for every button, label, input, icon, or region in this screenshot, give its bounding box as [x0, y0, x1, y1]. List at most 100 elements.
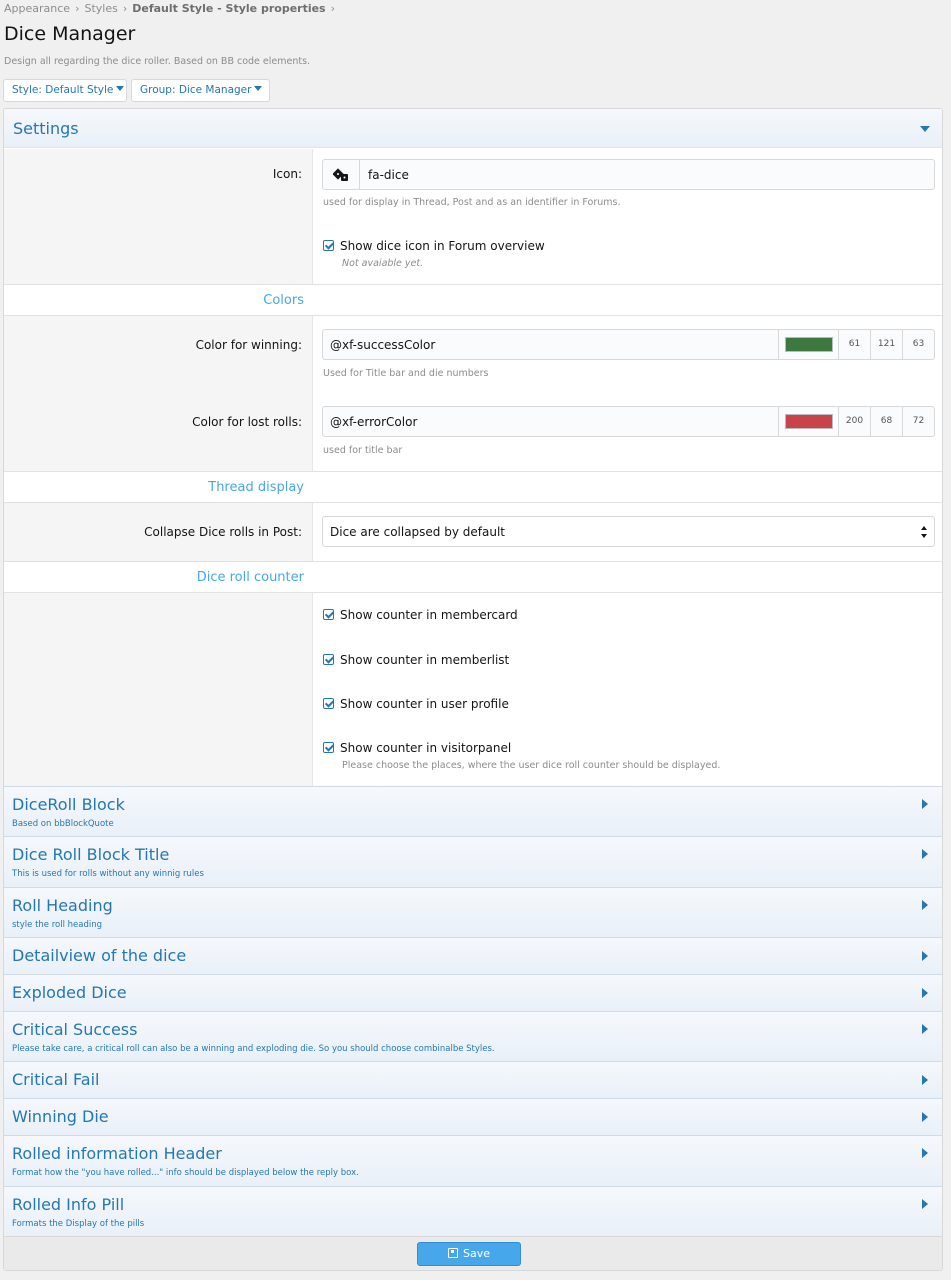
- icon-explain: used for display in Thread, Post and as …: [323, 197, 621, 208]
- group-title: DiceRoll Block: [12, 795, 125, 814]
- lost-color-r: 200: [838, 407, 870, 436]
- checkbox-checked-icon[interactable]: [323, 698, 334, 709]
- group-description: Please take care, a critical roll can al…: [12, 1044, 495, 1054]
- icon-preview: [323, 160, 360, 189]
- group-rolled-info-header[interactable]: Rolled information Header Format how the…: [4, 1135, 942, 1186]
- group-title: Exploded Dice: [12, 983, 127, 1002]
- lost-color-value: @xf-errorColor: [330, 415, 418, 429]
- breadcrumb-separator: ›: [75, 2, 80, 15]
- counter-option-label: Show counter in membercard: [340, 608, 518, 622]
- expand-icon[interactable]: [922, 1148, 928, 1158]
- win-color-input[interactable]: @xf-successColor 61 121 63: [322, 329, 935, 360]
- breadcrumb-separator: ›: [330, 2, 336, 15]
- settings-title: Settings: [13, 119, 79, 138]
- thread-section-head: Thread display: [4, 471, 942, 503]
- group-title: Critical Fail: [12, 1070, 100, 1089]
- page-title: Dice Manager: [4, 23, 136, 45]
- breadcrumb-item-styles[interactable]: Styles: [84, 2, 117, 15]
- counter-option-label: Show counter in visitorpanel: [340, 741, 512, 755]
- style-properties-block: Settings Icon: fa-dice used for display …: [3, 108, 943, 1271]
- group-detailview[interactable]: Detailview of the dice: [4, 937, 942, 974]
- win-color-explain: Used for Title bar and die numbers: [323, 368, 489, 379]
- expand-icon[interactable]: [922, 1024, 928, 1034]
- lost-color-b: 72: [902, 407, 934, 436]
- counter-option-label: Show counter in user profile: [340, 697, 509, 711]
- caret-down-icon: [116, 86, 125, 91]
- counter-membercard-checkbox[interactable]: Show counter in membercard: [323, 608, 518, 622]
- checkbox-checked-icon[interactable]: [323, 654, 334, 665]
- select-arrows-icon: [921, 526, 927, 538]
- style-filter-label: Style: Default Style: [12, 84, 114, 96]
- group-title: Winning Die: [12, 1107, 109, 1126]
- checkbox-checked-icon[interactable]: [323, 742, 334, 753]
- collapse-label: Collapse Dice rolls in Post:: [144, 525, 302, 539]
- breadcrumb-separator: ›: [122, 2, 128, 15]
- colors-heading: Colors: [263, 293, 304, 308]
- group-filter-label: Group: Dice Manager: [140, 84, 252, 96]
- group-title: Critical Success: [12, 1020, 138, 1039]
- checkbox-checked-icon[interactable]: [323, 240, 334, 251]
- group-description: This is used for rolls without any winni…: [12, 869, 204, 879]
- counter-hint: Please choose the places, where the user…: [342, 760, 721, 771]
- lost-color-swatch[interactable]: [785, 414, 833, 429]
- icon-value: fa-dice: [368, 168, 409, 182]
- save-button[interactable]: Save: [417, 1242, 521, 1266]
- win-color-r: 61: [838, 330, 870, 359]
- thread-heading: Thread display: [208, 480, 304, 495]
- save-icon: [447, 1248, 458, 1258]
- expand-icon[interactable]: [922, 988, 928, 998]
- group-critical-success[interactable]: Critical Success Please take care, a cri…: [4, 1011, 942, 1061]
- win-color-swatch-group[interactable]: 61 121 63: [778, 330, 934, 359]
- dice-icon: [333, 168, 348, 181]
- group-critical-fail[interactable]: Critical Fail: [4, 1061, 942, 1098]
- lost-color-input[interactable]: @xf-errorColor 200 68 72: [322, 406, 935, 437]
- expand-icon[interactable]: [922, 1112, 928, 1122]
- counter-option-label: Show counter in memberlist: [340, 653, 510, 667]
- expand-icon[interactable]: [922, 1199, 928, 1209]
- counter-visitorpanel-checkbox[interactable]: Show counter in visitorpanel: [323, 741, 511, 755]
- save-label: Save: [462, 1247, 490, 1260]
- expand-icon[interactable]: [922, 1075, 928, 1085]
- win-color-g: 121: [870, 330, 902, 359]
- label-column: [4, 149, 313, 284]
- counter-section-head: Dice roll counter: [4, 561, 942, 593]
- breadcrumb-item-appearance[interactable]: Appearance: [4, 2, 70, 15]
- settings-header[interactable]: Settings: [4, 109, 942, 148]
- group-title: Rolled information Header: [12, 1144, 222, 1163]
- expand-icon[interactable]: [922, 951, 928, 961]
- label-column: [4, 593, 313, 786]
- win-color-label: Color for winning:: [195, 338, 302, 352]
- group-dice-roll-block-title[interactable]: Dice Roll Block Title This is used for r…: [4, 836, 942, 887]
- group-diceroll-block[interactable]: DiceRoll Block Based on bbBlockQuote: [4, 786, 942, 836]
- expand-icon[interactable]: [922, 849, 928, 859]
- lost-color-g: 68: [870, 407, 902, 436]
- group-rolled-info-pill[interactable]: Rolled Info Pill Formats the Display of …: [4, 1186, 942, 1236]
- show-icon-checkbox[interactable]: Show dice icon in Forum overview: [323, 239, 545, 253]
- counter-profile-checkbox[interactable]: Show counter in user profile: [323, 697, 509, 711]
- group-description: Format how the "you have rolled..." info…: [12, 1168, 359, 1178]
- group-exploded-dice[interactable]: Exploded Dice: [4, 974, 942, 1011]
- group-title: Detailview of the dice: [12, 946, 187, 965]
- expand-icon[interactable]: [922, 900, 928, 910]
- lost-color-explain: used for title bar: [323, 445, 403, 456]
- group-description: Based on bbBlockQuote: [12, 819, 114, 829]
- group-description: Formats the Display of the pills: [12, 1219, 145, 1229]
- group-winning-die[interactable]: Winning Die: [4, 1098, 942, 1135]
- expand-icon[interactable]: [922, 799, 928, 809]
- style-filter-button[interactable]: Style: Default Style: [3, 79, 127, 102]
- counter-heading: Dice roll counter: [196, 570, 304, 585]
- collapse-toggle-icon[interactable]: [920, 126, 930, 132]
- group-roll-heading[interactable]: Roll Heading style the roll heading: [4, 887, 942, 937]
- group-description: style the roll heading: [12, 920, 103, 930]
- counter-memberlist-checkbox[interactable]: Show counter in memberlist: [323, 653, 509, 667]
- collapse-select[interactable]: Dice are collapsed by default: [322, 516, 935, 547]
- breadcrumb-item-current[interactable]: Default Style - Style properties: [132, 2, 325, 15]
- group-filter-button[interactable]: Group: Dice Manager: [131, 79, 270, 102]
- collapse-value: Dice are collapsed by default: [330, 525, 505, 539]
- checkbox-checked-icon[interactable]: [323, 609, 334, 620]
- win-color-swatch[interactable]: [785, 337, 833, 352]
- win-color-b: 63: [902, 330, 934, 359]
- icon-input[interactable]: fa-dice: [322, 159, 935, 190]
- lost-color-label: Color for lost rolls:: [192, 415, 302, 429]
- lost-color-swatch-group[interactable]: 200 68 72: [778, 407, 934, 436]
